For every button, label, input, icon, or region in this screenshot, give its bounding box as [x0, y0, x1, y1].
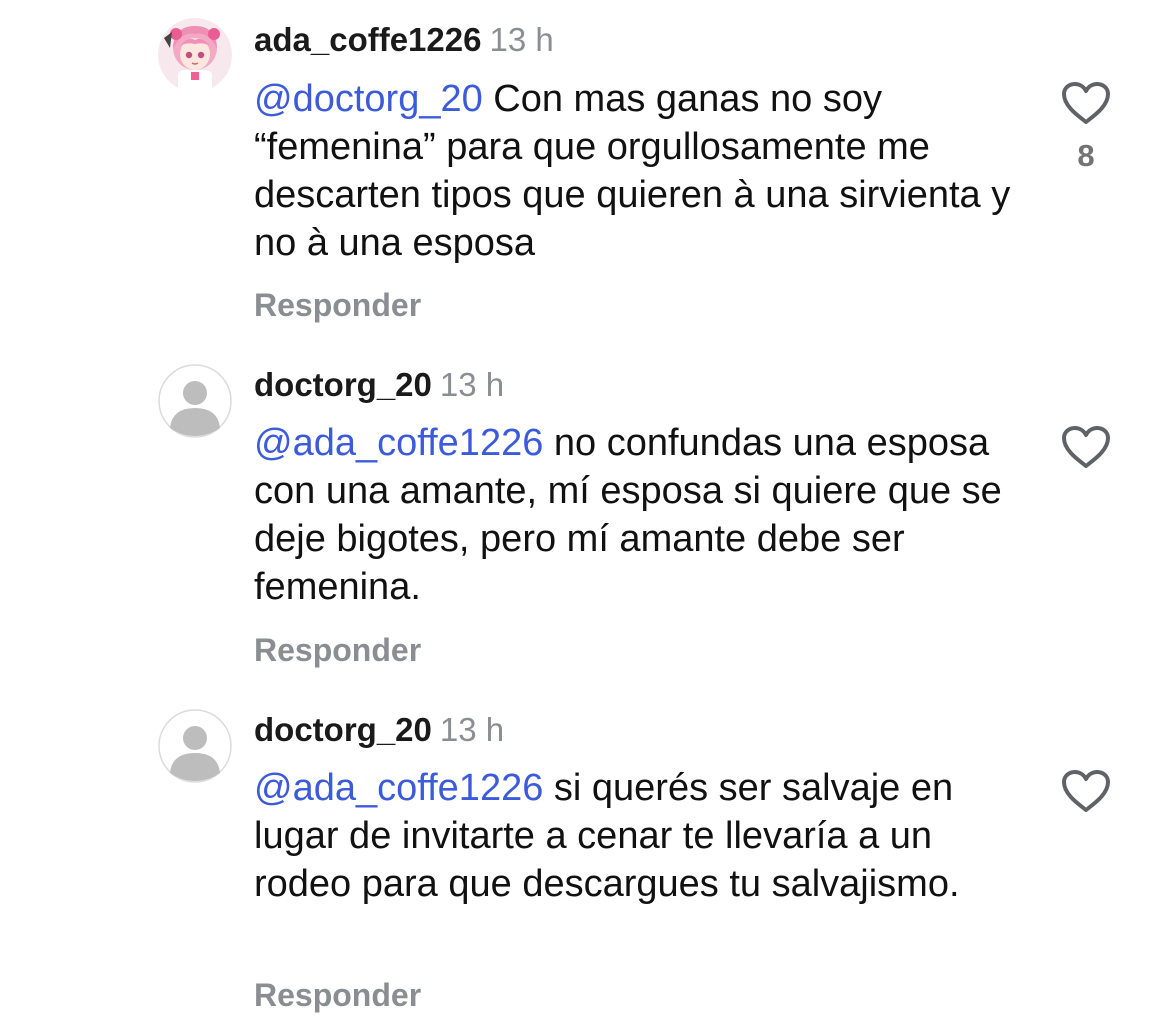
comment-time: 13 h [489, 21, 554, 58]
reply-button[interactable]: Responder [254, 285, 421, 325]
comment-username[interactable]: doctorg_20 [254, 366, 432, 403]
comment-text: @ada_coffe1226 si querés ser salvaje en … [254, 764, 1034, 908]
reply-button[interactable]: Responder [254, 630, 421, 670]
default-avatar-icon [158, 364, 232, 438]
comment-meta: doctorg_20 13 h [254, 710, 504, 750]
comment-mention[interactable]: @doctorg_20 [254, 78, 483, 120]
comment-time: 13 h [439, 366, 505, 403]
comment-time: 13 h [439, 711, 505, 748]
like-group [1058, 424, 1114, 470]
comment-mention[interactable]: @ada_coffe1226 [254, 767, 543, 809]
comment-mention[interactable]: @ada_coffe1226 [254, 422, 543, 464]
like-group [1058, 768, 1114, 814]
reply-button[interactable]: Responder [254, 975, 421, 1015]
avatar[interactable] [158, 364, 232, 438]
like-count: 8 [1077, 138, 1095, 173]
avatar[interactable] [158, 709, 232, 783]
comment-meta: ada_coffe1226 13 h [254, 20, 554, 60]
like-group: 8 [1058, 80, 1114, 174]
comment-username[interactable]: ada_coffe1226 [254, 21, 481, 58]
heart-icon[interactable] [1060, 768, 1112, 814]
comment-meta: doctorg_20 13 h [254, 365, 504, 405]
comment-username[interactable]: doctorg_20 [254, 711, 432, 748]
heart-icon[interactable] [1060, 80, 1112, 126]
heart-icon[interactable] [1060, 424, 1112, 470]
anime-avatar-icon [158, 18, 232, 92]
avatar[interactable] [158, 18, 232, 92]
comment-text: @doctorg_20 Con mas ganas no soy “femeni… [254, 75, 1034, 267]
comment-text: @ada_coffe1226 no confundas una esposa c… [254, 419, 1034, 611]
default-avatar-icon [158, 709, 232, 783]
